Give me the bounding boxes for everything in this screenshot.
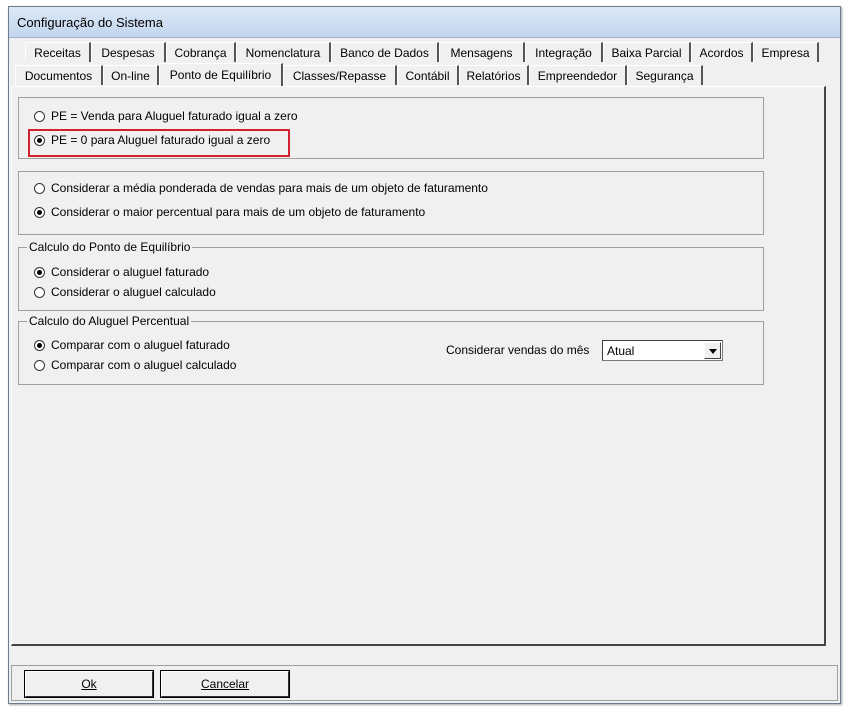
radio-circle-unchecked-icon — [34, 359, 45, 371]
tab-nomenclatura[interactable]: Nomenclatura — [236, 42, 331, 62]
radio-label: Considerar a média ponderada de vendas p… — [51, 181, 488, 195]
radio-label: Comparar com o aluguel calculado — [51, 358, 237, 372]
tab-empreendedor[interactable]: Empreendedor — [529, 65, 627, 85]
radio-label: PE = Venda para Aluguel faturado igual a… — [51, 109, 298, 123]
tab-relatorios[interactable]: Relatórios — [459, 65, 529, 85]
radio-label: Considerar o aluguel calculado — [51, 285, 216, 299]
tab-seguranca[interactable]: Segurança — [627, 65, 703, 85]
tab-mensagens[interactable]: Mensagens — [439, 42, 525, 62]
tab-on-line[interactable]: On-line — [103, 65, 159, 85]
sales-month-select[interactable]: Atual — [602, 340, 723, 361]
tab-contabil[interactable]: Contábil — [397, 65, 459, 85]
tab-ponto-de-equilibrio[interactable]: Ponto de Equilíbrio — [159, 63, 283, 86]
calculo-ponto-equilibrio-group: Calculo do Ponto de Equilíbrio — [18, 240, 764, 311]
radio-circle-unchecked-icon — [34, 182, 45, 194]
ok-button[interactable]: Ok — [24, 670, 154, 698]
select-value: Atual — [607, 344, 635, 358]
tab-cobranca[interactable]: Cobrança — [166, 42, 236, 62]
config-window: Configuração do Sistema Receitas Despesa… — [8, 6, 841, 704]
tab-integracao[interactable]: Integração — [525, 42, 603, 62]
radio-aluguel-calculado[interactable]: Considerar o aluguel calculado — [34, 285, 216, 299]
tab-banco-de-dados[interactable]: Banco de Dados — [331, 42, 439, 62]
tab-classes-repasse[interactable]: Classes/Repasse — [283, 65, 397, 85]
ok-button-label: Ok — [81, 677, 97, 691]
window-title: Configuração do Sistema — [17, 15, 163, 30]
group-title: Calculo do Aluguel Percentual — [27, 314, 192, 328]
radio-label: Considerar o aluguel faturado — [51, 265, 210, 279]
tab-acordos[interactable]: Acordos — [691, 42, 753, 62]
cancel-button-label: Cancelar — [200, 677, 250, 691]
chevron-down-icon[interactable] — [704, 342, 721, 359]
sales-month-label: Considerar vendas do mês — [446, 343, 590, 357]
radio-aluguel-faturado[interactable]: Considerar o aluguel faturado — [34, 265, 209, 279]
radio-comparar-calculado[interactable]: Comparar com o aluguel calculado — [34, 358, 236, 372]
radio-pe-venda[interactable]: PE = Venda para Aluguel faturado igual a… — [34, 109, 298, 123]
tab-empresa[interactable]: Empresa — [753, 42, 819, 62]
radio-label: Comparar com o aluguel faturado — [51, 338, 230, 352]
cancel-button[interactable]: Cancelar — [160, 670, 290, 698]
group-title: Calculo do Ponto de Equilíbrio — [27, 240, 193, 254]
radio-pe-zero[interactable]: PE = 0 para Aluguel faturado igual a zer… — [34, 133, 270, 147]
radio-label: PE = 0 para Aluguel faturado igual a zer… — [51, 133, 271, 147]
radio-circle-checked-icon — [34, 266, 45, 278]
tab-documentos[interactable]: Documentos — [15, 65, 103, 85]
tab-receitas[interactable]: Receitas — [25, 42, 91, 62]
radio-media-ponderada[interactable]: Considerar a média ponderada de vendas p… — [34, 181, 488, 195]
radio-comparar-faturado[interactable]: Comparar com o aluguel faturado — [34, 338, 230, 352]
radio-label: Considerar o maior percentual para mais … — [51, 205, 426, 219]
radio-circle-unchecked-icon — [34, 286, 45, 298]
radio-circle-unchecked-icon — [34, 110, 45, 122]
tab-baixa-parcial[interactable]: Baixa Parcial — [603, 42, 691, 62]
tab-page-ponto-de-equilibrio: PE = Venda para Aluguel faturado igual a… — [11, 86, 826, 646]
radio-circle-checked-icon — [34, 339, 45, 351]
radio-circle-checked-icon — [34, 206, 45, 218]
radio-maior-percentual[interactable]: Considerar o maior percentual para mais … — [34, 205, 425, 219]
radio-circle-checked-icon — [34, 134, 45, 146]
title-bar: Configuração do Sistema — [9, 7, 840, 38]
tab-despesas[interactable]: Despesas — [91, 42, 166, 62]
